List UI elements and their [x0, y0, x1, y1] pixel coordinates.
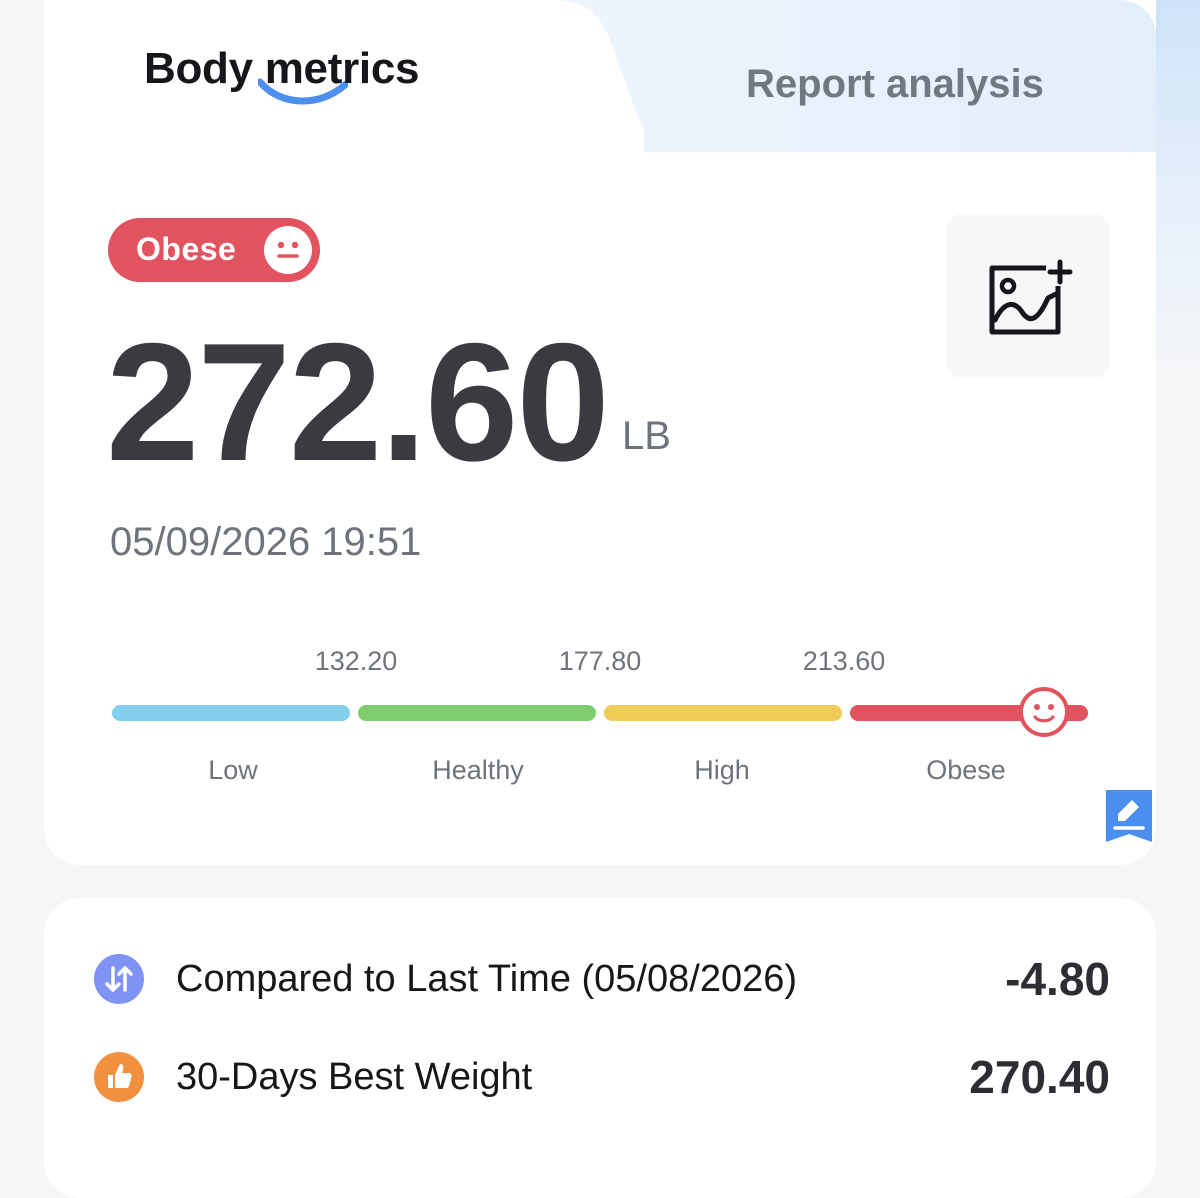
- scale-marker-smiley-icon: [1019, 687, 1069, 737]
- scale-label-high: High: [694, 755, 750, 785]
- scale-segment-healthy: [358, 705, 596, 721]
- scale-segment-low: [112, 705, 350, 721]
- scale-segment-high: [604, 705, 842, 721]
- stat-row-best-weight: 30-Days Best Weight 270.40: [44, 1038, 1156, 1118]
- scale-label-obese: Obese: [926, 755, 1006, 785]
- scale-threshold-1: 132.20: [314, 646, 398, 676]
- stat-row-compared: Compared to Last Time (05/08/2026) -4.80: [44, 940, 1156, 1020]
- stat-label-compared: Compared to Last Time (05/08/2026): [176, 958, 798, 1000]
- scale-label-healthy: Healthy: [432, 755, 524, 785]
- add-photo-button[interactable]: [946, 214, 1110, 378]
- tab-report-analysis-label[interactable]: Report analysis: [746, 62, 1044, 107]
- scale-threshold-2: 177.80: [558, 646, 642, 676]
- scale-threshold-3: 213.60: [802, 646, 886, 676]
- stat-label-best-weight: 30-Days Best Weight: [176, 1056, 533, 1098]
- add-image-icon: [989, 259, 1073, 335]
- edit-pencil-icon[interactable]: [1106, 790, 1152, 842]
- tab-body-metrics-label: Body metrics: [144, 44, 420, 93]
- measurement-timestamp: 05/09/2026 19:51: [110, 520, 422, 564]
- up-down-arrows-icon: [94, 954, 144, 1004]
- weight-value: 272.60: [106, 308, 610, 496]
- thumbs-up-icon: [94, 1052, 144, 1102]
- status-badge: Obese: [108, 218, 320, 282]
- scale-label-low: Low: [208, 755, 258, 785]
- stat-value-compared: -4.80: [1005, 953, 1110, 1005]
- stats-card: Compared to Last Time (05/08/2026) -4.80…: [44, 898, 1156, 1198]
- stat-value-best-weight: 270.40: [969, 1051, 1110, 1103]
- weight-unit: LB: [622, 414, 671, 458]
- status-badge-label: Obese: [136, 231, 237, 267]
- smiley-face-icon: [264, 226, 312, 274]
